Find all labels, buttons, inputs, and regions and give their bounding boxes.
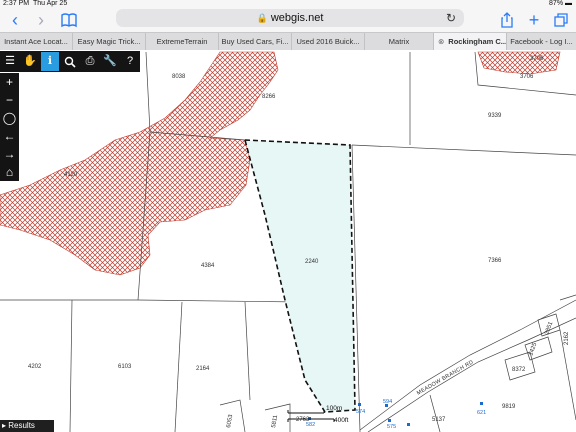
status-time: 2:37 PM Thu Apr 25 — [3, 0, 68, 7]
address-label: 594 — [383, 399, 392, 405]
results-label: Results — [8, 421, 35, 430]
address-label: 621 — [477, 410, 486, 416]
address-label: 574 — [356, 409, 365, 415]
address-point[interactable] — [388, 419, 391, 422]
home-icon[interactable]: ⌂ — [0, 163, 19, 181]
lock-icon: 🔒 — [256, 13, 268, 23]
address-label: 575 — [387, 424, 396, 430]
address-point[interactable] — [358, 403, 361, 406]
parcel-label: 4120 — [64, 172, 78, 178]
tab-used-buick[interactable]: Used 2016 Buick... — [292, 33, 365, 50]
back-icon[interactable]: ‹ — [6, 11, 24, 29]
parcel-label: 3706 — [530, 56, 544, 62]
forward-arrow-icon[interactable]: → — [0, 145, 19, 163]
tabs-icon[interactable] — [552, 11, 570, 29]
parcel-label: 6103 — [118, 364, 132, 370]
parcel-label: 8038 — [172, 74, 186, 80]
tab-instant-ace[interactable]: Instant Ace Locat... — [0, 33, 73, 50]
tab-extremeterrain[interactable]: ExtremeTerrain — [146, 33, 219, 50]
wrench-icon[interactable]: 🔧 — [101, 52, 119, 71]
gis-side-toolbar: + − ◯ ← → ⌂ — [0, 73, 19, 181]
scale-imperial: 400ft — [334, 417, 349, 424]
parcel-label: 9819 — [502, 404, 516, 410]
address-point[interactable] — [407, 423, 410, 426]
parcel-label: 3706 — [520, 74, 534, 80]
parcel-label: 8266 — [262, 94, 276, 100]
parcel-label: 5811 — [271, 414, 279, 428]
tab-rockingham[interactable]: ⊗ Rockingham C... — [434, 33, 507, 50]
tab-rockingham-label: Rockingham C... — [448, 37, 507, 46]
parcel-map[interactable]: 8038 8266 3706 3706 9339 4120 4384 2240 … — [0, 50, 576, 432]
zoom-out-icon[interactable]: − — [0, 91, 19, 109]
selected-parcel[interactable] — [243, 139, 356, 413]
share-icon[interactable] — [498, 11, 516, 29]
parcel-label: 2851 — [544, 320, 554, 335]
scale-bar: 100m 400ft — [286, 405, 349, 427]
address-point[interactable] — [480, 402, 483, 405]
floodplain-area-ne — [477, 51, 561, 75]
map-canvas[interactable]: 8038 8266 3706 3706 9339 4120 4384 2240 … — [0, 50, 576, 432]
tab-matrix[interactable]: Matrix — [365, 33, 434, 50]
address-bar[interactable]: 🔒 webgis.net ↻ — [116, 9, 464, 27]
parcel-label: 9339 — [488, 113, 502, 119]
parcel-label: 5137 — [432, 417, 446, 423]
parcel-label: 2240 — [305, 259, 319, 265]
tab-bar: Instant Ace Locat... Easy Magic Trick...… — [0, 32, 576, 51]
parcel-label: 4202 — [28, 364, 42, 370]
battery-indicator: 87% ▬ — [549, 0, 572, 7]
info-icon[interactable]: ℹ — [41, 52, 59, 71]
floodplain-area — [0, 51, 279, 276]
zoom-in-icon[interactable]: + — [0, 73, 19, 91]
back-arrow-icon[interactable]: ← — [0, 127, 19, 145]
print-icon[interactable]: ⎙ — [81, 52, 99, 71]
parcel-label: 7366 — [488, 258, 502, 264]
parcel-label: 2164 — [196, 366, 210, 372]
url-text: webgis.net — [270, 12, 324, 24]
bookmarks-icon[interactable] — [60, 11, 78, 29]
scale-metric: 100m — [326, 405, 343, 412]
full-extent-icon[interactable]: ◯ — [0, 109, 19, 127]
tab-easy-magic[interactable]: Easy Magic Trick... — [73, 33, 146, 50]
reload-icon[interactable]: ↻ — [446, 9, 456, 27]
forward-icon[interactable]: › — [32, 11, 50, 29]
menu-icon[interactable]: ☰ — [1, 52, 19, 71]
road-label: MEADOW BRANCH RD — [416, 359, 475, 396]
gis-toolbar: ☰ ✋ ℹ ⎙ 🔧 ? — [0, 51, 140, 72]
parcel-label: 8372 — [512, 367, 526, 373]
parcel-label: 6053 — [226, 414, 234, 429]
parcel-label: 1425 — [528, 341, 538, 356]
tab-buy-used-cars[interactable]: Buy Used Cars, Fi... — [219, 33, 292, 50]
tab-facebook[interactable]: Facebook - Log I... — [507, 33, 576, 50]
parcel-label: 2162 — [564, 331, 570, 345]
help-icon[interactable]: ? — [121, 52, 139, 71]
close-tab-icon[interactable]: ⊗ — [438, 37, 444, 46]
status-bar: 2:37 PM Thu Apr 25 87% ▬ — [0, 0, 576, 8]
new-tab-icon[interactable]: + — [525, 11, 543, 29]
parcel-label: 4384 — [201, 263, 215, 269]
hand-icon[interactable]: ✋ — [21, 52, 39, 71]
search-icon[interactable] — [61, 52, 79, 71]
results-button[interactable]: ▸ Results — [0, 420, 54, 432]
